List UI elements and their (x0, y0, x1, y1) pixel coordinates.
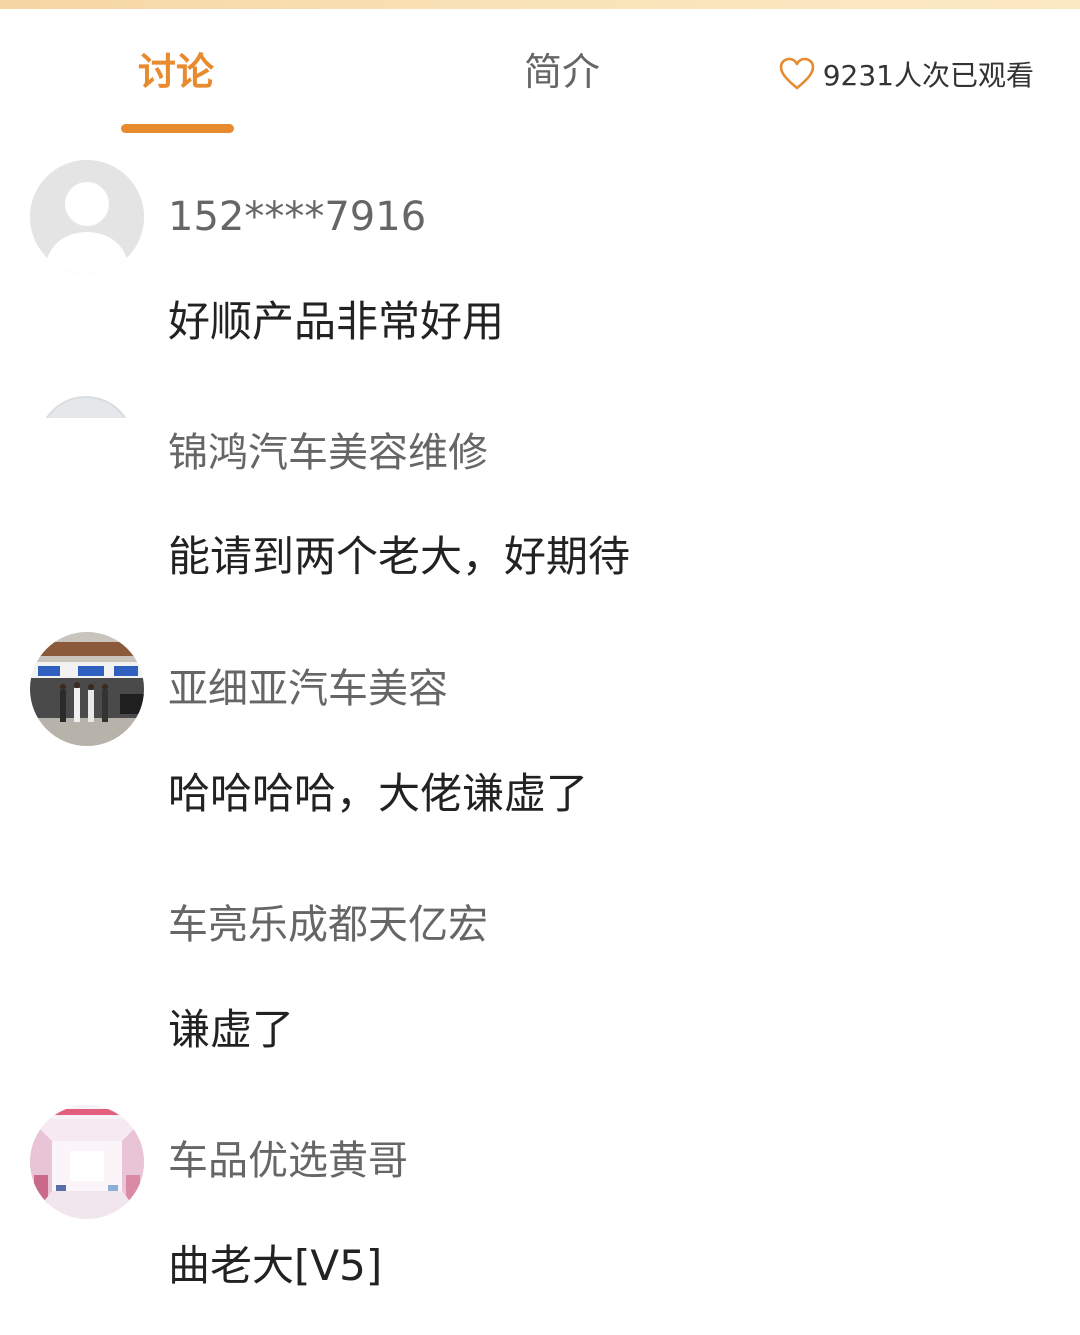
default-user-avatar[interactable] (30, 160, 144, 274)
view-count-text: 9231人次已观看 (822, 59, 1034, 92)
partially-hidden-avatar[interactable] (38, 396, 134, 418)
store-interior-photo (30, 1105, 144, 1219)
storefront-photo (30, 632, 144, 746)
user-silhouette-icon (30, 160, 144, 274)
comment-message: 好顺产品非常好用 (168, 297, 505, 346)
comment-message: 哈哈哈哈，大佬谦虚了 (168, 769, 589, 818)
comment-message: 谦虚了 (168, 1005, 295, 1054)
discussion-page: 讨论 简介 9231人次已观看 152****7916 好顺产品非常好用 锦鸿汽… (0, 0, 1080, 1335)
comment-username[interactable]: 亚细亚汽车美容 (168, 664, 448, 714)
tab-discussion[interactable]: 讨论 (138, 48, 214, 96)
view-count: 9231人次已观看 (779, 52, 1034, 96)
comment-message: 能请到两个老大，好期待 (168, 532, 631, 581)
comment-username[interactable]: 152****7916 (168, 192, 426, 242)
storefront-photo-avatar[interactable] (30, 632, 144, 746)
comment-message: 曲老大[V5] (168, 1241, 383, 1290)
top-gradient-strip (0, 0, 1080, 9)
tab-intro[interactable]: 简介 (524, 48, 600, 96)
comment-username[interactable]: 车亮乐成都天亿宏 (168, 900, 488, 950)
active-tab-indicator (121, 124, 234, 133)
heart-icon[interactable] (779, 57, 815, 91)
comment-username[interactable]: 锦鸿汽车美容维修 (168, 428, 488, 478)
comment-username[interactable]: 车品优选黄哥 (168, 1136, 408, 1186)
store-interior-avatar[interactable] (30, 1105, 144, 1219)
